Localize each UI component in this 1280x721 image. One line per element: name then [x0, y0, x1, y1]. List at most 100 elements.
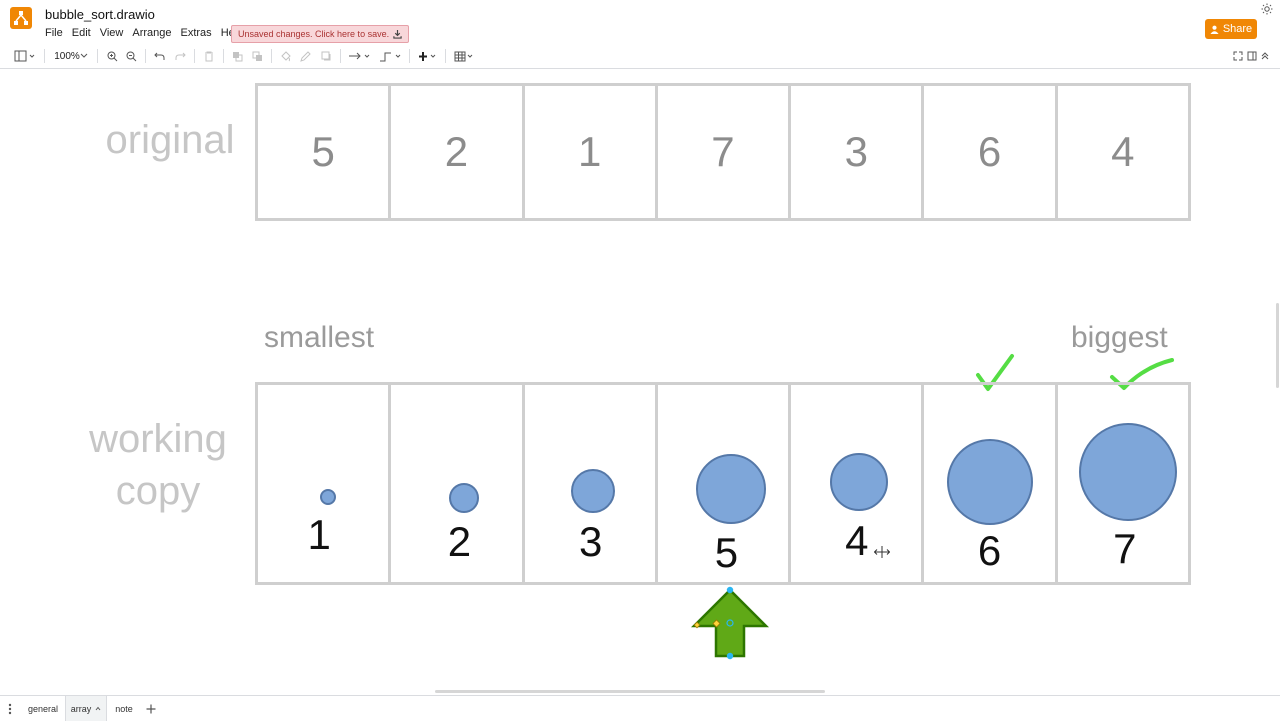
app-header: bubble_sort.drawio File Edit View Arrang… — [0, 0, 1280, 44]
fill-color-button[interactable] — [278, 49, 292, 63]
bubble-circle[interactable] — [320, 489, 336, 505]
document-title[interactable]: bubble_sort.drawio — [45, 7, 155, 22]
share-label: Share — [1222, 23, 1253, 35]
original-cell[interactable]: 3 — [791, 86, 925, 218]
biggest-label[interactable]: biggest — [1071, 321, 1168, 355]
working-array[interactable]: 1 2 3 5 4 6 7 — [255, 382, 1191, 585]
original-value: 4 — [1111, 128, 1135, 175]
page-tab-general[interactable]: general — [24, 696, 62, 721]
waypoints-dropdown[interactable] — [378, 49, 404, 63]
zoom-out-button[interactable] — [124, 49, 138, 63]
unsaved-changes-button[interactable]: Unsaved changes. Click here to save. — [231, 25, 410, 43]
pages-menu-button[interactable] — [2, 696, 18, 721]
to-front-icon — [232, 51, 242, 61]
up-arrow-shape[interactable] — [688, 585, 772, 661]
format-panel-toggle-button[interactable] — [13, 49, 37, 63]
toolbar-separator — [445, 49, 446, 63]
menu-edit[interactable]: Edit — [72, 27, 96, 39]
shadow-button[interactable] — [319, 49, 333, 63]
fullscreen-icon — [1233, 51, 1243, 61]
redo-button[interactable] — [173, 49, 187, 63]
format-panel-button[interactable] — [1246, 49, 1258, 63]
page-tab-label: array — [70, 703, 92, 714]
toolbar-separator — [194, 49, 195, 63]
working-label-line: copy — [115, 469, 201, 513]
sun-theme-icon[interactable] — [1261, 3, 1273, 15]
menu-bar: File Edit View Arrange Extras Help — [45, 27, 252, 39]
bubble-circle[interactable] — [570, 469, 615, 513]
connector-arrow-icon — [349, 52, 370, 60]
save-download-icon — [393, 29, 402, 39]
zoom-in-button[interactable] — [105, 49, 119, 63]
original-cell[interactable]: 6 — [924, 86, 1058, 218]
unsaved-changes-label: Unsaved changes. Click here to save. — [238, 29, 390, 39]
selection-handle[interactable] — [726, 652, 734, 660]
user-icon — [1210, 25, 1219, 34]
working-value: 2 — [447, 518, 472, 565]
original-cell[interactable]: 2 — [391, 86, 525, 218]
waypoint-icon — [380, 52, 401, 61]
insert-dropdown[interactable] — [416, 49, 440, 63]
original-cell[interactable]: 4 — [1058, 86, 1188, 218]
bubble-circle[interactable] — [449, 483, 480, 513]
horizontal-scrollbar[interactable] — [435, 690, 825, 693]
diagram-canvas[interactable]: original 5 2 1 7 3 6 4 smallest biggest … — [0, 69, 1280, 694]
menu-view[interactable]: View — [100, 27, 129, 39]
original-cell[interactable]: 7 — [658, 86, 792, 218]
collapse-toolbar-button[interactable] — [1259, 49, 1271, 63]
toolbar-separator — [44, 49, 45, 63]
add-page-button[interactable] — [143, 696, 159, 721]
zoom-in-icon — [107, 51, 117, 61]
bubble-circle[interactable] — [947, 439, 1034, 525]
working-cell[interactable]: 2 — [391, 385, 525, 582]
working-cell[interactable]: 3 — [525, 385, 658, 582]
to-front-button[interactable] — [230, 49, 244, 63]
drawio-logo-icon[interactable] — [10, 7, 32, 29]
original-row-label[interactable]: original — [80, 114, 260, 166]
bubble-circle[interactable] — [830, 453, 889, 511]
delete-button[interactable] — [202, 49, 216, 63]
working-cell[interactable]: 7 — [1058, 385, 1188, 582]
undo-icon — [153, 52, 164, 60]
original-value: 2 — [444, 128, 469, 175]
original-array[interactable]: 5 2 1 7 3 6 4 — [255, 83, 1191, 221]
fullscreen-button[interactable] — [1232, 49, 1244, 63]
to-back-button[interactable] — [250, 49, 264, 63]
toolbar-separator — [223, 49, 224, 63]
connection-style-dropdown[interactable] — [347, 49, 373, 63]
selection-handle[interactable] — [726, 586, 734, 594]
vertical-scrollbar[interactable] — [1276, 303, 1279, 388]
original-value: 1 — [578, 128, 602, 175]
working-value: 4 — [845, 517, 869, 564]
toolbar-separator — [145, 49, 146, 63]
zoom-dropdown[interactable]: 100% — [52, 49, 90, 63]
working-value: 3 — [579, 518, 603, 565]
working-value: 1 — [307, 511, 331, 558]
page-tab-note[interactable]: note — [110, 696, 138, 721]
working-cell[interactable]: 1 — [258, 385, 392, 582]
undo-button[interactable] — [152, 49, 166, 63]
zoom-level: 100% — [54, 50, 80, 62]
paint-bucket-icon — [280, 50, 291, 61]
bubble-circle[interactable] — [695, 454, 766, 524]
original-cell[interactable]: 1 — [525, 86, 658, 218]
menu-extras[interactable]: Extras — [181, 27, 217, 39]
line-color-button[interactable] — [298, 49, 312, 63]
original-cell[interactable]: 5 — [258, 86, 392, 218]
working-cell[interactable]: 6 — [924, 385, 1058, 582]
bubble-circle[interactable] — [1078, 423, 1177, 521]
chevron-down-icon — [80, 53, 88, 58]
toolbar-separator — [409, 49, 410, 63]
menu-file[interactable]: File — [45, 27, 68, 39]
share-button[interactable]: Share — [1205, 19, 1257, 39]
working-cell[interactable]: 4 — [791, 385, 925, 582]
working-row-label[interactable]: working copy — [68, 413, 248, 517]
menu-arrange[interactable]: Arrange — [132, 27, 176, 39]
redo-icon — [175, 52, 186, 60]
page-tab-array[interactable]: array — [65, 696, 107, 721]
table-dropdown[interactable] — [452, 49, 476, 63]
working-value: 6 — [977, 527, 1002, 574]
chevron-up-double-icon — [1261, 52, 1269, 60]
smallest-label[interactable]: smallest — [264, 321, 374, 355]
working-cell[interactable]: 5 — [658, 385, 792, 582]
